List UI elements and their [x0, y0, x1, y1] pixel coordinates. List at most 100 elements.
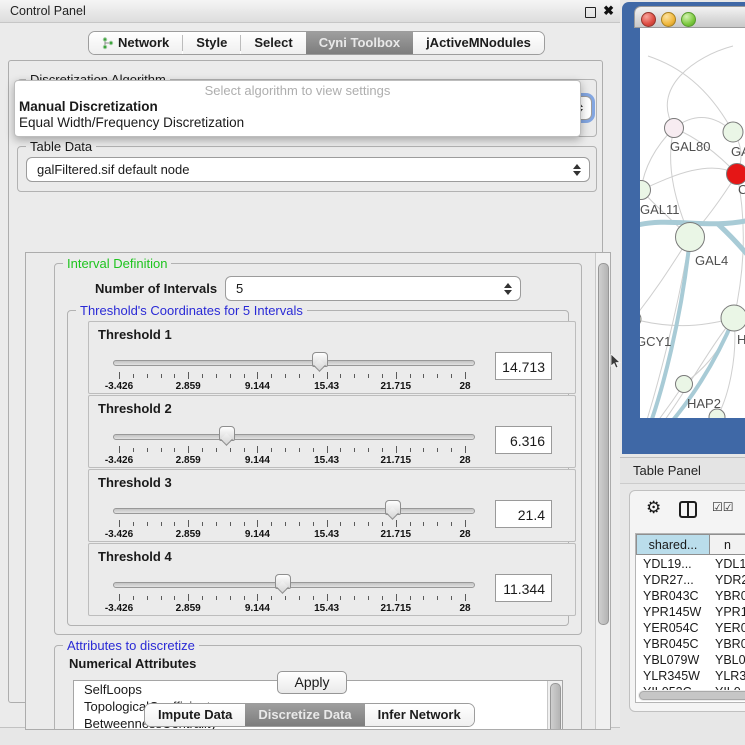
tick-label: 21.715 — [381, 381, 412, 392]
node-gal11[interactable] — [640, 181, 651, 200]
zoom-traffic-light[interactable] — [681, 12, 696, 27]
minor-tick — [410, 596, 411, 600]
node[interactable] — [723, 122, 743, 142]
table-row[interactable]: YBR045CYBR0 — [636, 636, 745, 652]
minimize-traffic-light[interactable] — [661, 12, 676, 27]
number-of-intervals-combobox[interactable]: 5 — [225, 276, 521, 301]
tab-discretize-data[interactable]: Discretize Data — [245, 704, 364, 726]
dropdown-option-manual-discretization[interactable]: Manual Discretization — [19, 99, 158, 114]
slider-thumb[interactable] — [385, 500, 401, 515]
tick-label: 9.144 — [245, 529, 270, 540]
column-header-name[interactable]: n — [710, 534, 745, 555]
node-table: shared... n YDL19...YDL1YDR27...YDR2YBR0… — [635, 533, 745, 703]
threshold-value-field[interactable]: 21.4 — [495, 500, 552, 528]
slider-scale[interactable]: -3.4262.8599.14415.4321.71528 — [119, 500, 465, 540]
scrollbar-thumb[interactable] — [598, 263, 609, 625]
minor-tick — [147, 374, 148, 378]
table-horizontal-scrollbar[interactable] — [638, 690, 745, 701]
minor-tick — [271, 522, 272, 526]
threshold-value-field[interactable]: 6.316 — [495, 426, 552, 454]
minor-tick — [133, 522, 134, 526]
minor-tick — [216, 374, 217, 378]
minor-tick — [133, 596, 134, 600]
minor-tick — [216, 596, 217, 600]
major-tick — [327, 372, 328, 379]
tick-label: 21.715 — [381, 603, 412, 614]
node-pink[interactable] — [665, 119, 684, 138]
node-gal4[interactable] — [676, 223, 705, 252]
close-icon[interactable]: ✖ — [603, 3, 614, 19]
cell-shared-name: YDL19... — [636, 556, 710, 572]
close-traffic-light[interactable] — [641, 12, 656, 27]
dropdown-prompt: Select algorithm to view settings — [15, 83, 580, 98]
minor-tick — [285, 522, 286, 526]
cell-shared-name: YLR345W — [636, 668, 710, 684]
table-row[interactable]: YDR27...YDR2 — [636, 572, 745, 588]
slider-scale[interactable]: -3.4262.8599.14415.4321.71528 — [119, 352, 465, 392]
minor-tick — [271, 596, 272, 600]
table-row[interactable]: YBL079WYBL0 — [636, 652, 745, 668]
tick-label: 15.43 — [314, 455, 339, 466]
table-data-combobox[interactable]: galFiltered.sif default node — [26, 157, 590, 182]
table-row[interactable]: YER054CYER0 — [636, 620, 745, 636]
select-columns-checkbox-icons[interactable]: ☑☑ — [712, 500, 734, 514]
float-window-icon[interactable] — [585, 7, 596, 18]
attributes-list-scrollbar[interactable] — [547, 681, 562, 730]
tab-impute-data[interactable]: Impute Data — [145, 704, 245, 726]
scrollbar-thumb[interactable] — [639, 691, 745, 700]
group-title-thresholds: Threshold's Coordinates for 5 Intervals — [76, 303, 307, 318]
node[interactable] — [721, 305, 745, 331]
tab-infer-network[interactable]: Infer Network — [365, 704, 474, 726]
table-row[interactable]: YDL19...YDL1 — [636, 556, 745, 572]
slider-thumb[interactable] — [219, 426, 235, 441]
minor-tick — [451, 374, 452, 378]
minor-tick — [147, 596, 148, 600]
tab-select[interactable]: Select — [241, 32, 305, 54]
tab-cyni-toolbox[interactable]: Cyni Toolbox — [306, 32, 413, 54]
table-row[interactable]: YLR345WYLR3 — [636, 668, 745, 684]
threshold-value-field[interactable]: 14.713 — [495, 352, 552, 380]
threshold-value-field[interactable]: 11.344 — [495, 574, 552, 602]
panel-title: Control Panel — [10, 0, 86, 22]
major-tick — [465, 372, 466, 379]
tab-style[interactable]: Style — [183, 32, 240, 54]
network-window-titlebar[interactable] — [634, 6, 745, 28]
tick-label: -3.426 — [105, 455, 133, 466]
node-hap2[interactable] — [676, 376, 693, 393]
tab-label: Style — [196, 32, 227, 54]
table-row[interactable]: YBR043CYBR0 — [636, 588, 745, 604]
minor-tick — [423, 596, 424, 600]
major-tick — [257, 594, 258, 601]
tab-jactivemnodules[interactable]: jActiveMNodules — [413, 32, 544, 54]
minor-tick — [299, 374, 300, 378]
minor-tick — [368, 374, 369, 378]
thresholds-group: Threshold's Coordinates for 5 Intervals … — [67, 310, 569, 626]
threshold-box-3: Threshold 3-3.4262.8599.14415.4321.71528… — [88, 469, 576, 542]
minor-tick — [410, 522, 411, 526]
column-header-shared-name[interactable]: shared... — [636, 534, 710, 555]
cell-shared-name: YPR145W — [636, 604, 710, 620]
gear-icon[interactable]: ⚙ — [646, 499, 661, 516]
threshold-box-2: Threshold 2-3.4262.8599.14415.4321.71528… — [88, 395, 576, 468]
apply-button[interactable]: Apply — [277, 671, 347, 694]
minor-tick — [244, 596, 245, 600]
slider-scale[interactable]: -3.4262.8599.14415.4321.71528 — [119, 574, 465, 614]
minor-tick — [202, 448, 203, 452]
scrollbar-thumb[interactable] — [550, 683, 561, 730]
network-view-canvas[interactable]: GAL80GACGAL11GAL4GCY1HHAP2 — [640, 28, 745, 418]
settings-vertical-scrollbar[interactable] — [595, 253, 610, 729]
slider-scale[interactable]: -3.4262.8599.14415.4321.71528 — [119, 426, 465, 466]
minor-tick — [161, 448, 162, 452]
tab-network[interactable]: Network — [89, 32, 182, 54]
slider-thumb[interactable] — [312, 352, 328, 367]
tick-label: 28 — [459, 603, 470, 614]
slider-thumb[interactable] — [275, 574, 291, 589]
table-row[interactable]: YPR145WYPR1 — [636, 604, 745, 620]
combo-arrows-icon — [504, 283, 512, 295]
node-gcy1[interactable] — [640, 311, 641, 327]
major-tick — [257, 372, 258, 379]
columns-icon[interactable] — [679, 501, 697, 518]
threshold-box-4: Threshold 4-3.4262.8599.14415.4321.71528… — [88, 543, 576, 616]
mouse-cursor — [610, 354, 622, 370]
dropdown-option-equal-width-frequency-discretization[interactable]: Equal Width/Frequency Discretization — [19, 115, 244, 130]
